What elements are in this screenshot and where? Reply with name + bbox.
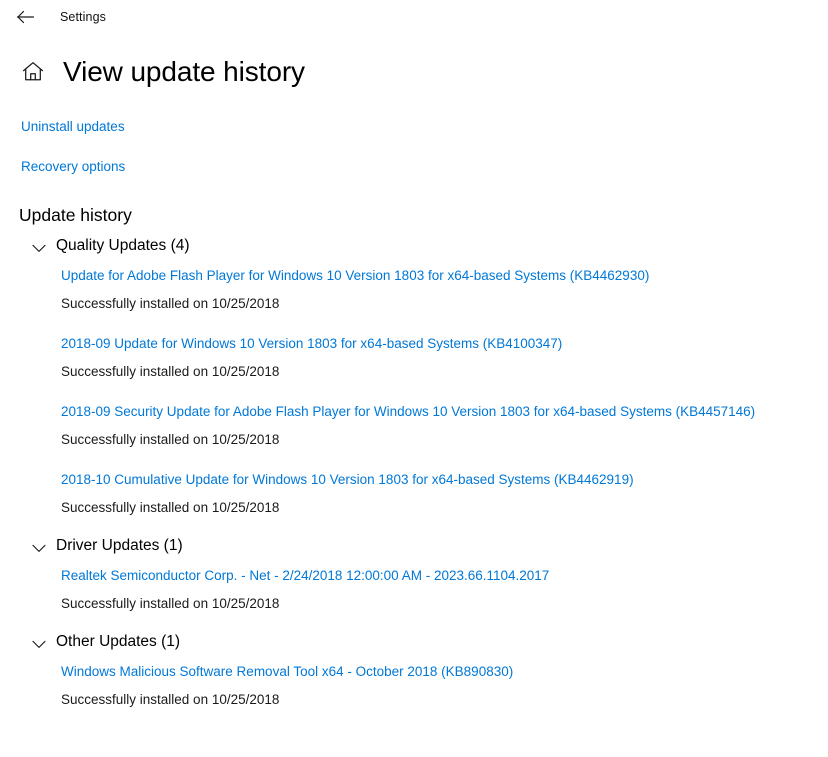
back-arrow-icon [16, 10, 34, 24]
group-title: Driver Updates (1) [56, 537, 183, 554]
update-entry-status: Successfully installed on 10/25/2018 [61, 296, 280, 311]
app-name-label: Settings [60, 10, 106, 24]
update-entry-link[interactable]: 2018-10 Cumulative Update for Windows 10… [61, 471, 634, 489]
back-button[interactable] [8, 4, 42, 30]
group-header-quality[interactable]: Quality Updates (4) [0, 233, 828, 261]
update-entry-status: Successfully installed on 10/25/2018 [61, 596, 280, 611]
group-title: Quality Updates (4) [56, 237, 190, 254]
update-entry-status: Successfully installed on 10/25/2018 [61, 432, 280, 447]
update-entry-link[interactable]: Realtek Semiconductor Corp. - Net - 2/24… [61, 567, 549, 585]
chevron-down-icon[interactable] [31, 240, 47, 256]
update-entry: Realtek Semiconductor Corp. - Net - 2/24… [0, 561, 828, 629]
group-header-other[interactable]: Other Updates (1) [0, 629, 828, 657]
update-entry-status: Successfully installed on 10/25/2018 [61, 500, 280, 515]
chevron-down-icon[interactable] [31, 636, 47, 652]
page-title: View update history [63, 56, 305, 87]
home-button[interactable] [20, 58, 46, 84]
update-entry-status: Successfully installed on 10/25/2018 [61, 364, 280, 379]
update-entry: 2018-09 Security Update for Adobe Flash … [0, 397, 828, 465]
update-group-list: Quality Updates (4) Update for Adobe Fla… [0, 233, 828, 725]
update-entry-link[interactable]: Update for Adobe Flash Player for Window… [61, 267, 649, 285]
group-entries: Realtek Semiconductor Corp. - Net - 2/24… [0, 561, 828, 629]
update-entry-link[interactable]: 2018-09 Security Update for Adobe Flash … [61, 403, 755, 421]
update-group-other: Other Updates (1) Windows Malicious Soft… [0, 629, 828, 725]
update-entry: 2018-09 Update for Windows 10 Version 18… [0, 329, 828, 397]
update-entry: 2018-10 Cumulative Update for Windows 10… [0, 465, 828, 533]
update-group-quality: Quality Updates (4) Update for Adobe Fla… [0, 233, 828, 533]
update-entry-link[interactable]: 2018-09 Update for Windows 10 Version 18… [61, 335, 562, 353]
page-header: View update history [0, 52, 828, 96]
chevron-down-icon[interactable] [31, 540, 47, 556]
group-entries: Windows Malicious Software Removal Tool … [0, 657, 828, 725]
update-entry: Windows Malicious Software Removal Tool … [0, 657, 828, 725]
group-entries: Update for Adobe Flash Player for Window… [0, 261, 828, 533]
update-entry: Update for Adobe Flash Player for Window… [0, 261, 828, 329]
title-bar: Settings [0, 0, 828, 34]
update-entry-status: Successfully installed on 10/25/2018 [61, 692, 280, 707]
update-entry-link[interactable]: Windows Malicious Software Removal Tool … [61, 663, 513, 681]
group-title: Other Updates (1) [56, 633, 181, 650]
group-header-driver[interactable]: Driver Updates (1) [0, 533, 828, 561]
recovery-options-link[interactable]: Recovery options [21, 158, 125, 176]
update-history-heading: Update history [19, 205, 132, 225]
uninstall-updates-link[interactable]: Uninstall updates [21, 118, 125, 136]
home-icon [22, 61, 44, 82]
update-group-driver: Driver Updates (1) Realtek Semiconductor… [0, 533, 828, 629]
